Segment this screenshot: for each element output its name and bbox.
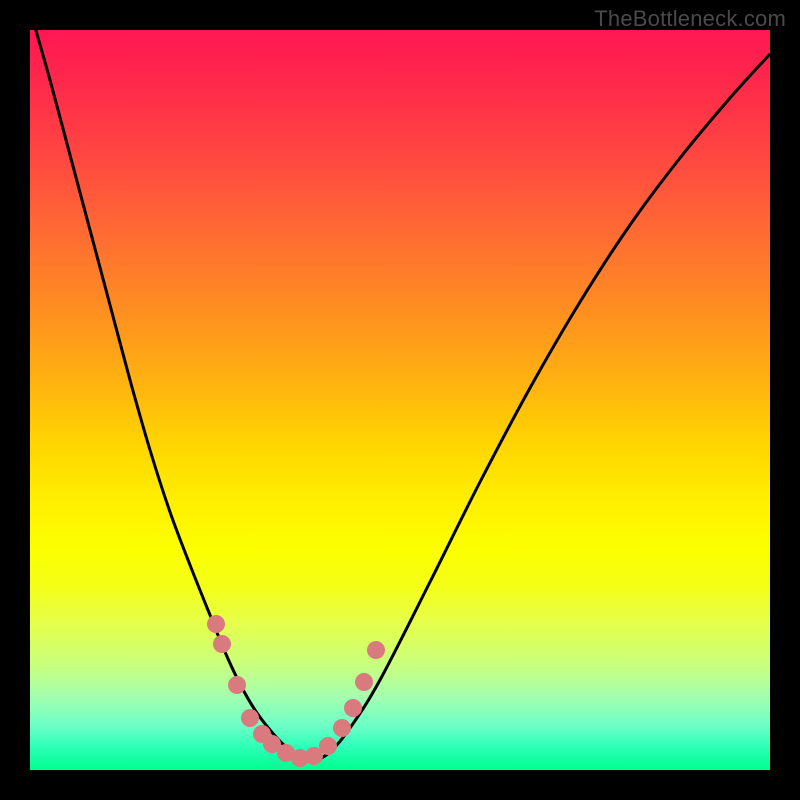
marker-dot	[319, 737, 337, 755]
marker-layer	[30, 30, 770, 770]
marker-dot	[207, 615, 225, 633]
marker-dot	[344, 699, 362, 717]
chart-frame: TheBottleneck.com	[0, 0, 800, 800]
marker-dot	[367, 641, 385, 659]
watermark-text: TheBottleneck.com	[594, 6, 786, 32]
marker-dot	[228, 676, 246, 694]
marker-dot	[241, 709, 259, 727]
marker-dot	[213, 635, 231, 653]
marker-dot	[333, 719, 351, 737]
marker-dot	[355, 673, 373, 691]
plot-area	[30, 30, 770, 770]
